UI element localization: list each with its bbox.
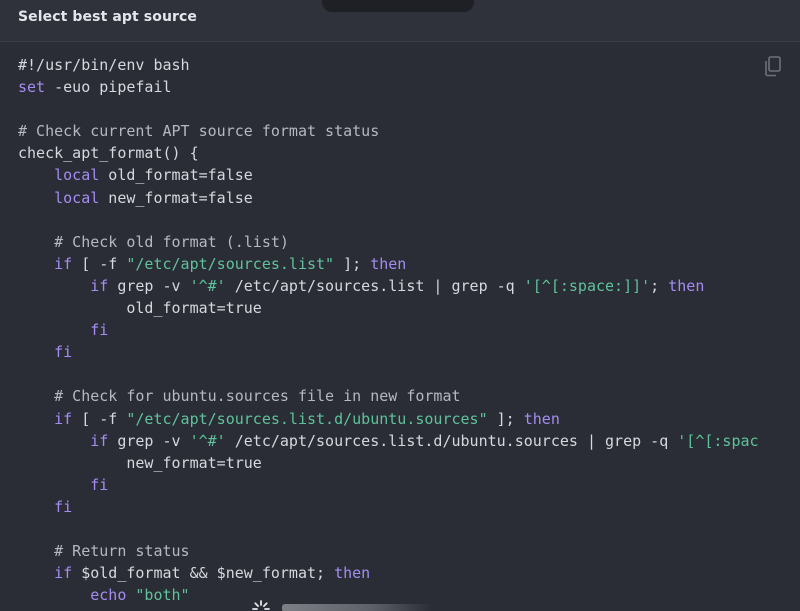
code-keyword: local xyxy=(54,166,100,185)
code-keyword: fi xyxy=(54,343,73,362)
code-line: local new_format=false xyxy=(18,187,759,209)
code-keyword: fi xyxy=(90,321,109,340)
code-text: -euo pipefail xyxy=(45,78,172,97)
code-keyword: echo xyxy=(90,586,127,605)
spinner-icon xyxy=(252,600,270,611)
code-keyword: set xyxy=(18,78,46,97)
code-text: old_format=false xyxy=(99,166,253,185)
code-string: '^#' xyxy=(189,431,226,450)
code-keyword: then xyxy=(668,276,705,295)
code-line: fi xyxy=(18,341,759,363)
code-line: fi xyxy=(18,496,759,518)
top-tab-handle xyxy=(322,0,474,12)
code-keyword: if xyxy=(90,431,109,450)
code-block-title: Select best apt source xyxy=(18,9,198,25)
code-line: local old_format=false xyxy=(18,164,759,186)
code-keyword: if xyxy=(54,254,73,273)
code-content: #!/usr/bin/env bash set -euo pipefail # C… xyxy=(18,54,759,606)
code-string: '^#' xyxy=(189,276,226,295)
code-string: '[^[:spac xyxy=(677,431,759,450)
code-text: grep -v xyxy=(108,431,190,450)
code-keyword: local xyxy=(54,188,100,207)
code-text: /etc/apt/sources.list.d/ubuntu.sources |… xyxy=(225,431,678,450)
copy-button[interactable] xyxy=(762,54,784,78)
code-text: ]; xyxy=(334,254,371,273)
code-keyword: then xyxy=(370,254,407,273)
code-keyword: then xyxy=(523,409,560,428)
code-line: old_format=true xyxy=(18,297,759,319)
code-line: set -euo pipefail xyxy=(18,76,759,98)
code-text: check_apt_format() { xyxy=(18,144,199,163)
code-text: $old_format && $new_format; xyxy=(72,564,335,583)
code-keyword: fi xyxy=(54,497,73,516)
code-keyword: fi xyxy=(90,475,109,494)
code-text: new_format=true xyxy=(18,453,262,472)
code-line: if grep -v '^#' /etc/apt/sources.list | … xyxy=(18,275,759,297)
code-line: # Check current APT source format status xyxy=(18,120,759,142)
code-line: if $old_format && $new_format; then xyxy=(18,562,759,584)
code-text: new_format=false xyxy=(99,188,253,207)
code-keyword: if xyxy=(54,409,73,428)
code-comment: # Check for ubuntu.sources file in new f… xyxy=(18,387,461,406)
code-text: old_format=true xyxy=(18,299,262,318)
code-string: '[^[:space:]]' xyxy=(523,276,651,295)
code-text: [ -f xyxy=(72,409,127,428)
code-line: fi xyxy=(18,319,759,341)
code-line: # Check old format (.list) xyxy=(18,231,759,253)
code-line: # Check for ubuntu.sources file in new f… xyxy=(18,385,759,407)
code-comment: # Check current APT source format status xyxy=(18,122,380,141)
code-text: grep -v xyxy=(108,276,190,295)
code-text: ]; xyxy=(487,409,524,428)
code-comment: # Return status xyxy=(18,542,190,561)
code-text: /etc/apt/sources.list | grep -q xyxy=(225,276,524,295)
code-line: fi xyxy=(18,474,759,496)
code-text: #!/usr/bin/env bash xyxy=(18,56,190,74)
status-placeholder xyxy=(282,604,432,611)
code-string: "/etc/apt/sources.list.d/ubuntu.sources" xyxy=(126,409,488,428)
code-text: ; xyxy=(650,276,669,295)
code-line: new_format=true xyxy=(18,452,759,474)
code-comment: # Check old format (.list) xyxy=(18,232,289,251)
code-keyword: if xyxy=(90,276,109,295)
code-line: #!/usr/bin/env bash xyxy=(18,54,759,76)
code-line: if [ -f "/etc/apt/sources.list" ]; then xyxy=(18,253,759,275)
code-line: check_apt_format() { xyxy=(18,142,759,164)
copy-icon xyxy=(765,56,781,77)
code-line: if [ -f "/etc/apt/sources.list.d/ubuntu.… xyxy=(18,408,759,430)
code-keyword: if xyxy=(54,564,73,583)
code-text: [ -f xyxy=(72,254,127,273)
code-block-header: Select best apt source xyxy=(0,0,800,42)
code-line: # Return status xyxy=(18,540,759,562)
code-line: if grep -v '^#' /etc/apt/sources.list.d/… xyxy=(18,430,759,452)
code-keyword: then xyxy=(334,564,371,583)
code-string: "both" xyxy=(135,586,190,605)
code-string: "/etc/apt/sources.list" xyxy=(126,254,335,273)
